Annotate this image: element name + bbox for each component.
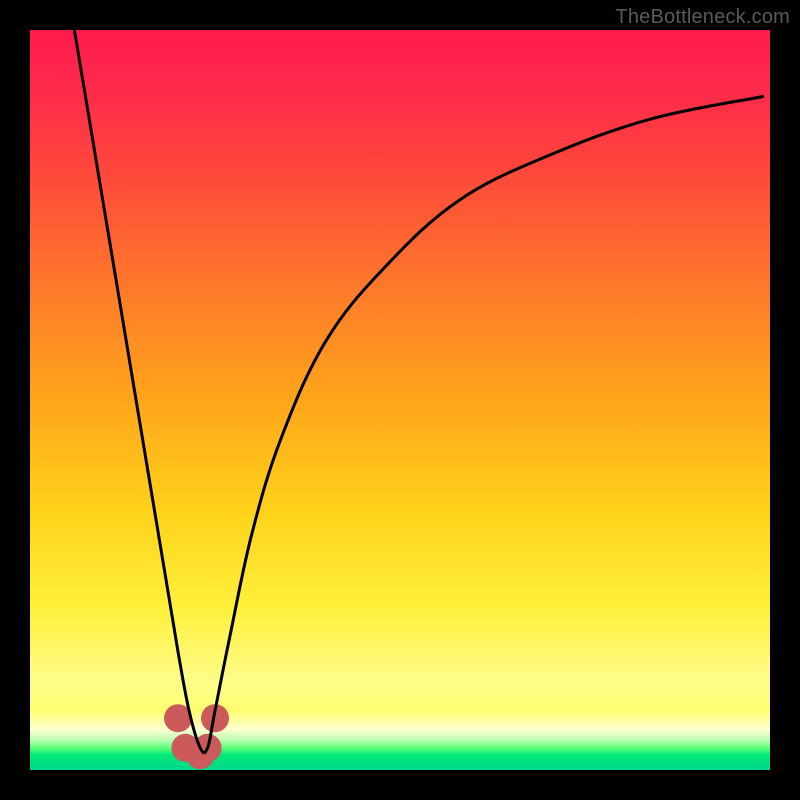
chart-svg	[30, 30, 770, 770]
bottleneck-curve	[74, 30, 762, 753]
watermark-text: TheBottleneck.com	[615, 6, 790, 29]
chart-plot-area	[30, 30, 770, 770]
